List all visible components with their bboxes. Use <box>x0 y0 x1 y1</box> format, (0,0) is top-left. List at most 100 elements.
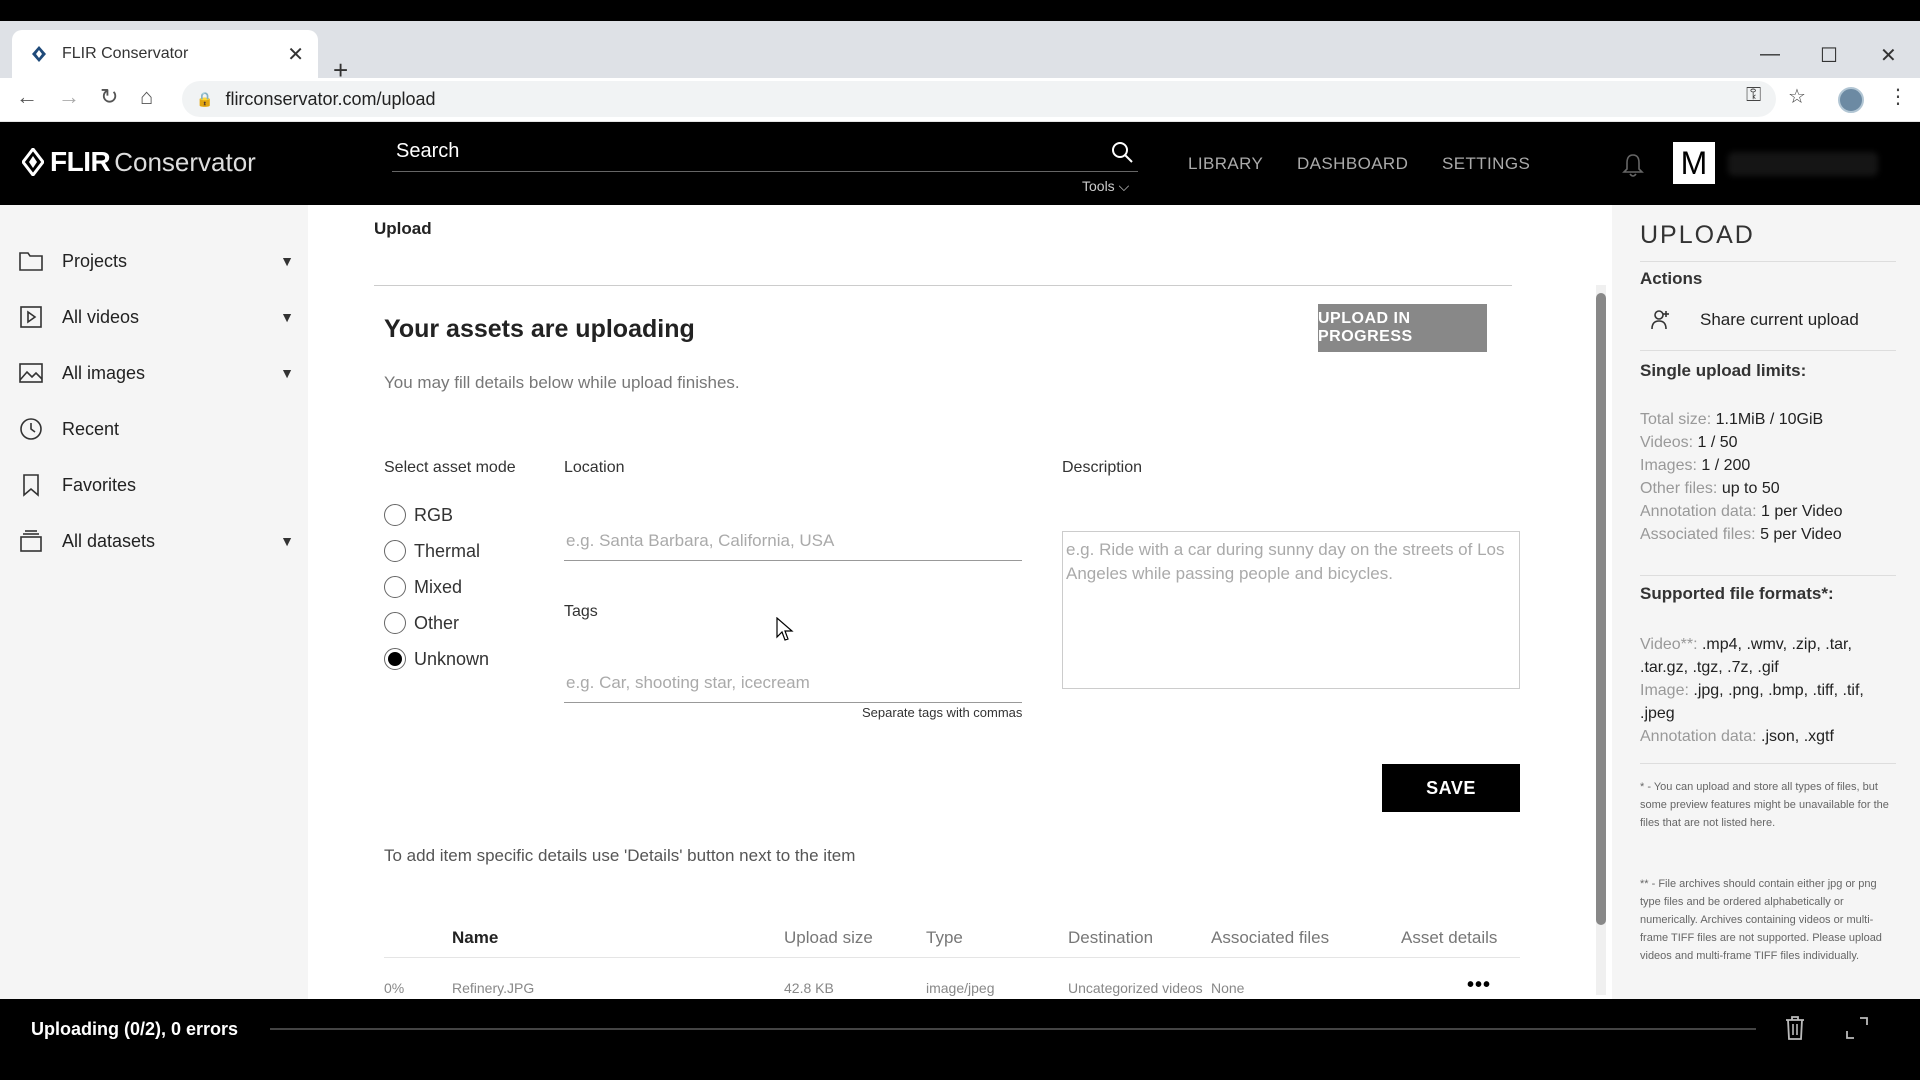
forward-icon[interactable]: → <box>58 84 80 110</box>
nav-dashboard[interactable]: DASHBOARD <box>1297 154 1408 174</box>
reload-icon[interactable]: ↻ <box>100 84 118 110</box>
tools-dropdown[interactable]: Tools ⌵ <box>1082 178 1129 195</box>
brand-bold: FLIR <box>50 146 111 177</box>
limit-value: 1 / 200 <box>1701 457 1751 474</box>
formats-note: * - You can upload and store all types o… <box>1640 781 1889 829</box>
share-upload-button[interactable]: Share current upload <box>1650 309 1859 331</box>
radio-rgb[interactable]: RGB <box>384 504 453 526</box>
divider <box>374 285 1512 286</box>
divider <box>1640 763 1896 764</box>
radio-circle-selected[interactable] <box>384 648 406 670</box>
limit-value: 1 per Video <box>1761 503 1843 520</box>
description-field[interactable]: e.g. Ride with a car during sunny day on… <box>1062 531 1520 689</box>
limit-total-size: Total size: 1.1MiB / 10GiB <box>1640 411 1823 429</box>
radio-unknown[interactable]: Unknown <box>384 648 489 670</box>
save-button[interactable]: SAVE <box>1382 764 1520 812</box>
tags-label: Tags <box>564 603 598 620</box>
radio-label: RGB <box>414 504 454 525</box>
profile-avatar[interactable] <box>1838 87 1864 113</box>
limit-value: up to 50 <box>1721 480 1780 497</box>
radio-circle[interactable] <box>384 612 406 634</box>
format-key: Image: <box>1640 682 1689 699</box>
radio-circle[interactable] <box>384 540 406 562</box>
screen-top-bar <box>0 0 1920 21</box>
panel-title: UPLOAD <box>1640 221 1755 249</box>
caret-down-icon[interactable]: ▼ <box>280 365 294 381</box>
sidebar-item-label: Recent <box>62 418 120 439</box>
browser-tab[interactable]: FLIR Conservator ✕ <box>12 30 318 78</box>
format-value: .json, .xgtf <box>1761 728 1834 745</box>
column-header-name[interactable]: Name <box>452 928 498 948</box>
column-header-associated-files: Associated files <box>1211 928 1330 947</box>
caret-down-icon[interactable]: ▼ <box>280 533 294 549</box>
flir-favicon-icon <box>32 46 46 62</box>
radio-label: Other <box>414 612 460 633</box>
sidebar-item-recent[interactable]: Recent <box>0 401 308 457</box>
limit-key: Total size: <box>1640 411 1712 428</box>
mouse-cursor-icon <box>776 617 794 641</box>
search-input[interactable]: Search <box>392 136 1138 172</box>
column-header-type: Type <box>926 928 963 947</box>
radio-thermal[interactable]: Thermal <box>384 540 480 562</box>
row-details-menu-icon[interactable]: ••• <box>1467 974 1491 997</box>
scrollbar-thumb[interactable] <box>1596 293 1606 925</box>
main-content: Upload Your assets are uploading UPLOAD … <box>308 205 1612 999</box>
sidebar-item-all-images[interactable]: All images ▼ <box>0 345 308 401</box>
tags-field[interactable]: e.g. Car, shooting star, icecream <box>564 663 1022 703</box>
scrollbar[interactable] <box>1596 285 1606 995</box>
share-label: Share current upload <box>1700 310 1859 329</box>
radio-circle[interactable] <box>384 504 406 526</box>
flir-logo[interactable]: FLIR Conservator <box>22 146 256 178</box>
sidebar-item-label: Favorites <box>62 474 137 495</box>
clock-icon <box>20 418 42 440</box>
caret-down-icon[interactable]: ▼ <box>280 253 294 269</box>
user-avatar[interactable]: M <box>1673 142 1715 184</box>
url-field[interactable]: 🔒 flirconservator.com/upload <box>182 81 1776 117</box>
row-size: 42.8 KB <box>784 980 834 996</box>
brand-light: Conservator <box>114 146 256 177</box>
location-field[interactable]: e.g. Santa Barbara, California, USA <box>564 521 1022 561</box>
star-icon[interactable]: ☆ <box>1788 84 1806 109</box>
column-header-asset-details: Asset details <box>1401 928 1498 947</box>
upload-in-progress-button[interactable]: UPLOAD IN PROGRESS <box>1318 304 1487 352</box>
sidebar-item-all-videos[interactable]: All videos ▼ <box>0 289 308 345</box>
limit-images: Images: 1 / 200 <box>1640 457 1750 475</box>
limit-other-files: Other files: up to 50 <box>1640 480 1780 498</box>
formats-title: Supported file formats*: <box>1640 584 1834 603</box>
back-icon[interactable]: ← <box>16 84 38 110</box>
upload-status-bar: Uploading (0/2), 0 errors <box>0 999 1920 1059</box>
asset-mode-label: Select asset mode <box>384 459 516 476</box>
radio-circle[interactable] <box>384 576 406 598</box>
search-icon[interactable] <box>1110 140 1134 164</box>
location-label: Location <box>564 459 625 476</box>
sidebar-item-favorites[interactable]: Favorites <box>0 457 308 513</box>
expand-icon[interactable] <box>1844 1015 1870 1041</box>
bookmark-icon <box>23 474 39 497</box>
trash-icon[interactable] <box>1784 1015 1806 1041</box>
nav-settings[interactable]: SETTINGS <box>1442 154 1530 174</box>
maximize-button[interactable]: ☐ <box>1820 43 1838 68</box>
minimize-button[interactable]: — <box>1760 43 1780 66</box>
tools-label: Tools <box>1082 178 1115 194</box>
limit-key: Annotation data: <box>1640 503 1757 520</box>
key-icon[interactable]: ⚿ <box>1746 84 1761 107</box>
archives-note: ** - File archives should contain either… <box>1640 878 1882 962</box>
user-name-blurred[interactable] <box>1728 152 1878 176</box>
sidebar-item-label: Projects <box>62 250 128 271</box>
sidebar-item-projects[interactable]: Projects ▼ <box>0 233 308 289</box>
nav-library[interactable]: LIBRARY <box>1188 154 1263 174</box>
window-close-button[interactable]: ✕ <box>1880 43 1897 68</box>
sidebar-item-all-datasets[interactable]: All datasets ▼ <box>0 513 308 569</box>
tab-close-icon[interactable]: ✕ <box>287 42 304 67</box>
row-progress: 0% <box>384 980 405 996</box>
tab-title: FLIR Conservator <box>62 45 189 62</box>
menu-icon[interactable]: ⋮ <box>1888 84 1908 109</box>
home-icon[interactable]: ⌂ <box>140 84 153 110</box>
caret-down-icon[interactable]: ▼ <box>280 309 294 325</box>
breadcrumb[interactable]: Upload <box>374 219 432 239</box>
address-bar: ← → ↻ ⌂ 🔒 flirconservator.com/upload ⚿ ☆… <box>0 78 1920 122</box>
radio-other[interactable]: Other <box>384 612 459 634</box>
limit-annotation-data: Annotation data: 1 per Video <box>1640 503 1843 521</box>
bell-icon[interactable] <box>1622 152 1644 178</box>
radio-mixed[interactable]: Mixed <box>384 576 462 598</box>
